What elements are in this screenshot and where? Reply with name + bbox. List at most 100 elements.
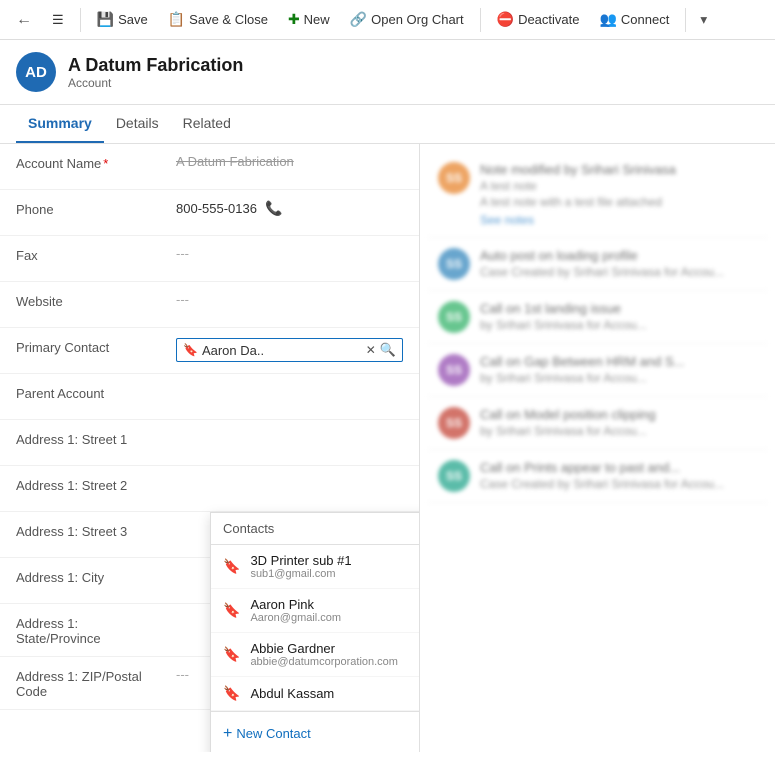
phone-row: Phone 800-555-0136 📞 [0, 190, 419, 236]
activity-subtitle-0: A test note [480, 179, 757, 193]
connect-button[interactable]: 👥 Connect [591, 7, 677, 32]
contacts-dropdown: Contacts Recent records 🔖 3D Printer sub… [210, 512, 420, 752]
phone-number: 800-555-0136 [176, 201, 257, 216]
avatar: AD [16, 52, 56, 92]
account-name-label: Account Name* [16, 154, 176, 171]
connect-icon: 👥 [599, 11, 616, 28]
activity-content-4: Call on Model position clipping by Sriha… [480, 407, 757, 439]
address-zip-label: Address 1: ZIP/Postal Code [16, 667, 176, 699]
deactivate-button[interactable]: ⛔ Deactivate [489, 7, 588, 32]
avatar-2: SS [438, 301, 470, 333]
open-org-chart-button[interactable]: 🔗 Open Org Chart [342, 7, 472, 32]
contact-item-email-0: sub1@gmail.com [250, 568, 420, 580]
activity-content-2: Call on 1st landing issue by Srihari Sri… [480, 301, 757, 333]
activity-subtitle-3: by Srihari Srinivasa for Accou... [480, 371, 757, 385]
new-contact-label: New Contact [236, 726, 310, 741]
address-street2-label: Address 1: Street 2 [16, 476, 176, 493]
dropdown-header: Contacts Recent records [211, 513, 420, 545]
dropdown-list: 🔖 3D Printer sub #1 sub1@gmail.com ∨ 🔖 A… [211, 545, 420, 711]
contact-item-0[interactable]: 🔖 3D Printer sub #1 sub1@gmail.com ∨ [211, 545, 420, 589]
avatar-5: SS [438, 460, 470, 492]
avatar-1: SS [438, 248, 470, 280]
activity-panel: SS Note modified by Srihari Srinivasa A … [420, 144, 775, 752]
save-close-button[interactable]: 📋 Save & Close [160, 7, 276, 32]
address-state-label: Address 1:State/Province [16, 614, 176, 646]
deactivate-label: Deactivate [518, 12, 579, 27]
contact-item-icon-1: 🔖 [223, 602, 240, 619]
activity-item-0: SS Note modified by Srihari Srinivasa A … [428, 152, 767, 238]
new-label: New [304, 12, 330, 27]
contact-item-2[interactable]: 🔖 Abbie Gardner abbie@datumcorporation.c… [211, 633, 420, 677]
activity-subtitle-4: by Srihari Srinivasa for Accou... [480, 424, 757, 438]
page-header: AD A Datum Fabrication Account [0, 40, 775, 105]
activity-content-1: Auto post on loading profile Case Create… [480, 248, 757, 280]
website-label: Website [16, 292, 176, 309]
activity-title-0: Note modified by Srihari Srinivasa [480, 162, 757, 177]
nav-icon-button[interactable]: ☰ [44, 8, 72, 32]
save-button[interactable]: 💾 Save [89, 7, 156, 32]
activity-title-5: Call on Prints appear to past and... [480, 460, 757, 475]
new-contact-button[interactable]: + New Contact [223, 725, 311, 743]
account-name-value: A Datum Fabrication [176, 154, 403, 169]
plus-icon: + [223, 725, 232, 743]
address-street3-label: Address 1: Street 3 [16, 522, 176, 539]
contact-item-info-2: Abbie Gardner abbie@datumcorporation.com [250, 641, 420, 668]
activity-item-4: SS Call on Model position clipping by Sr… [428, 397, 767, 450]
contact-clear-button[interactable]: ✕ [366, 343, 376, 357]
contact-field[interactable]: 🔖 Aaron Da.. ✕ 🔍 [176, 338, 403, 362]
activity-title-3: Call on Gap Between HRM and S... [480, 354, 757, 369]
new-button[interactable]: ✚ New [280, 7, 338, 32]
tab-summary[interactable]: Summary [16, 105, 104, 143]
nav-icon: ☰ [52, 12, 64, 28]
deactivate-icon: ⛔ [497, 11, 514, 28]
save-icon: 💾 [97, 11, 114, 28]
contact-item-icon-0: 🔖 [223, 558, 240, 575]
tab-details[interactable]: Details [104, 105, 171, 143]
activity-title-2: Call on 1st landing issue [480, 301, 757, 316]
contact-search-button[interactable]: 🔍 [380, 342, 396, 358]
separator [80, 8, 81, 32]
activity-link-0[interactable]: See notes [480, 213, 757, 227]
phone-icon: 📞 [265, 200, 282, 217]
connect-label: Connect [621, 12, 669, 27]
activity-item-2: SS Call on 1st landing issue by Srihari … [428, 291, 767, 344]
separator2 [480, 8, 481, 32]
fax-value: --- [176, 246, 403, 261]
avatar-4: SS [438, 407, 470, 439]
toolbar-more-button[interactable]: ▾ [694, 8, 713, 32]
save-label: Save [118, 12, 148, 27]
entity-type: Account [68, 76, 243, 90]
open-org-chart-label: Open Org Chart [371, 12, 464, 27]
entity-title: A Datum Fabrication [68, 55, 243, 76]
contact-item-info-1: Aaron Pink Aaron@gmail.com [250, 597, 420, 624]
activity-title-4: Call on Model position clipping [480, 407, 757, 422]
account-name-row: Account Name* A Datum Fabrication [0, 144, 419, 190]
activity-content-5: Call on Prints appear to past and... Cas… [480, 460, 757, 492]
contact-item-info-3: Abdul Kassam [250, 686, 420, 701]
primary-contact-label: Primary Contact [16, 338, 176, 355]
tab-related[interactable]: Related [171, 105, 243, 143]
save-close-label: Save & Close [189, 12, 268, 27]
phone-label: Phone [16, 200, 176, 217]
main-content: Account Name* A Datum Fabrication Phone … [0, 144, 775, 752]
separator3 [685, 8, 686, 32]
contact-item-1[interactable]: 🔖 Aaron Pink Aaron@gmail.com ∨ [211, 589, 420, 633]
address-city-label: Address 1: City [16, 568, 176, 585]
parent-account-label: Parent Account [16, 384, 176, 401]
new-icon: ✚ [288, 11, 300, 28]
parent-account-row: Parent Account [0, 374, 419, 420]
contact-item-name-1: Aaron Pink [250, 597, 420, 612]
contact-item-name-3: Abdul Kassam [250, 686, 420, 701]
avatar-0: SS [438, 162, 470, 194]
activity-subtitle-2: by Srihari Srinivasa for Accou... [480, 318, 757, 332]
back-button[interactable]: ← [8, 7, 40, 33]
activity-title-1: Auto post on loading profile [480, 248, 757, 263]
activity-item-5: SS Call on Prints appear to past and... … [428, 450, 767, 503]
activity-subtitle-5: Case Created by Srihari Srinivasa for Ac… [480, 477, 757, 491]
contact-item-name-0: 3D Printer sub #1 [250, 553, 420, 568]
contact-item-name-2: Abbie Gardner [250, 641, 420, 656]
address-street1-label: Address 1: Street 1 [16, 430, 176, 447]
primary-contact-value: 🔖 Aaron Da.. ✕ 🔍 [176, 338, 403, 362]
contact-item-3[interactable]: 🔖 Abdul Kassam ∨ [211, 677, 420, 711]
website-row: Website --- [0, 282, 419, 328]
